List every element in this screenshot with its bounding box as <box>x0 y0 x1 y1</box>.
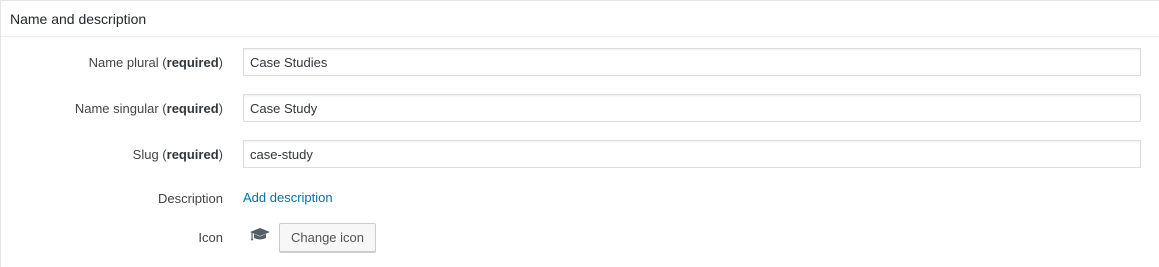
change-icon-button[interactable]: Change icon <box>279 223 376 252</box>
name-plural-label: Name plural (required) <box>88 55 223 70</box>
name-description-panel: Name and description Name plural (requir… <box>0 0 1159 267</box>
icon-row: Icon Change icon <box>1 223 1159 253</box>
name-singular-input[interactable] <box>243 94 1141 122</box>
description-row: Description Add description <box>1 184 1159 214</box>
name-singular-label: Name singular (required) <box>74 101 223 116</box>
description-label: Description <box>157 191 223 206</box>
name-plural-input[interactable] <box>243 48 1141 76</box>
add-description-link[interactable]: Add description <box>243 190 333 205</box>
slug-label: Slug (required) <box>132 147 223 162</box>
slug-input[interactable] <box>243 140 1141 168</box>
slug-row: Slug (required) <box>1 140 1159 170</box>
name-plural-row: Name plural (required) <box>1 48 1159 78</box>
panel-title: Name and description <box>10 11 147 27</box>
icon-label: Icon <box>198 230 223 245</box>
panel-header[interactable]: Name and description <box>1 1 1159 37</box>
name-singular-row: Name singular (required) <box>1 94 1159 124</box>
graduation-cap-icon <box>249 226 271 242</box>
